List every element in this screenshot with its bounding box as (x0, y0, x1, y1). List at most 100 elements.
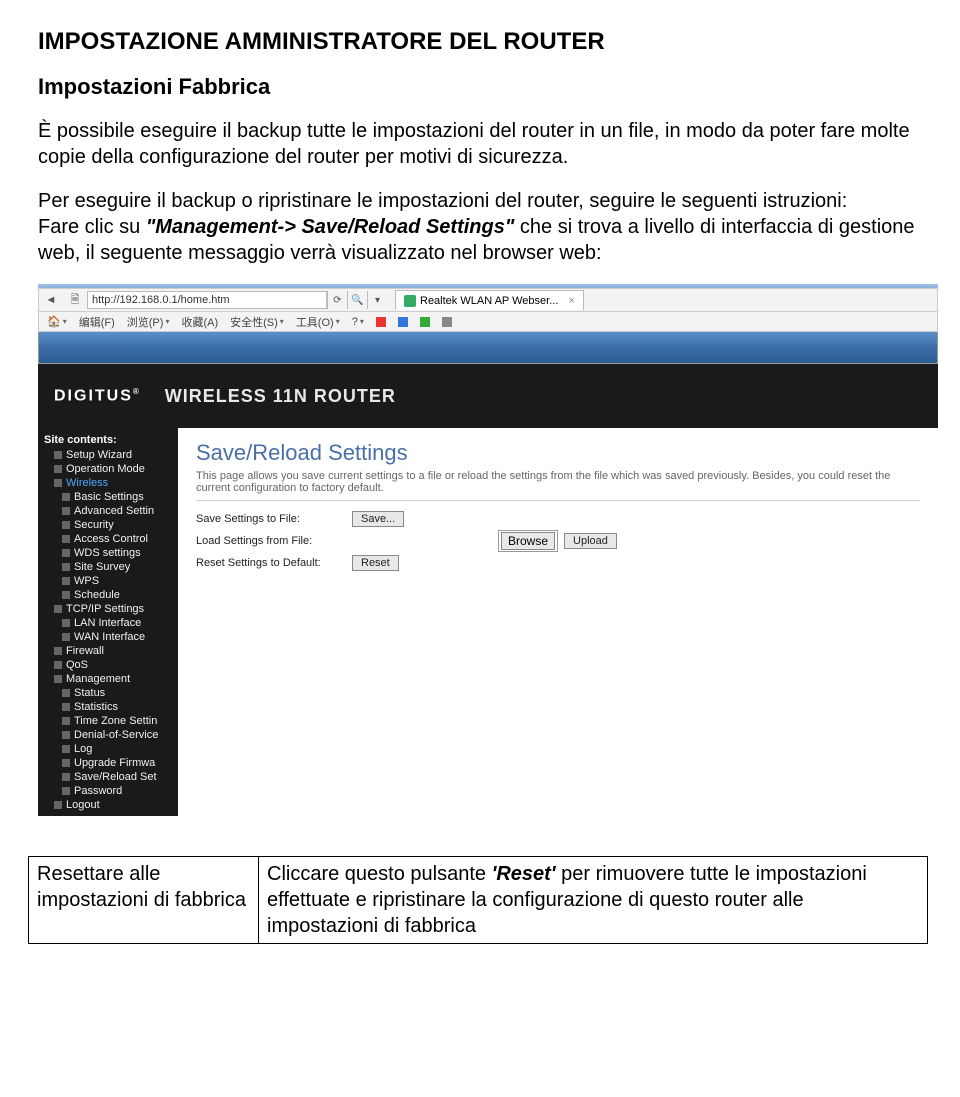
toolbar-icon[interactable] (420, 317, 430, 327)
sidebar-item[interactable]: Management (40, 672, 176, 686)
folder-icon (62, 563, 70, 571)
sidebar-item[interactable]: WAN Interface (40, 630, 176, 644)
folder-icon (62, 591, 70, 599)
instruction-label: Resettare alle impostazioni di fabbrica (29, 857, 259, 944)
folder-icon (62, 633, 70, 641)
instruction-table: Resettare alle impostazioni di fabbrica … (28, 856, 928, 944)
folder-icon (54, 605, 62, 613)
folder-icon (62, 577, 70, 585)
folder-icon (54, 451, 62, 459)
folder-icon (54, 675, 62, 683)
router-admin-screenshot: ◄ 🗎 http://192.168.0.1/home.htm ⟳ 🔍 ▾ Re… (38, 284, 938, 816)
menu-item[interactable]: 工具(O) ▾ (296, 314, 340, 330)
sidebar-item-label: Basic Settings (74, 491, 144, 503)
instruction-text: Cliccare questo pulsante 'Reset' per rim… (259, 857, 928, 944)
sidebar-item[interactable]: Access Control (40, 532, 176, 546)
sidebar-item[interactable]: Setup Wizard (40, 448, 176, 462)
file-path-field[interactable] (352, 532, 492, 550)
sidebar-item[interactable]: Schedule (40, 588, 176, 602)
sidebar-item-label: Firewall (66, 645, 104, 657)
folder-icon (54, 647, 62, 655)
sidebar-item[interactable]: Time Zone Settin (40, 714, 176, 728)
sidebar-item-label: QoS (66, 659, 88, 671)
sidebar-item[interactable]: WDS settings (40, 546, 176, 560)
folder-icon (54, 661, 62, 669)
save-to-file-label: Save Settings to File: (196, 513, 346, 525)
browser-address-bar: ◄ 🗎 http://192.168.0.1/home.htm ⟳ 🔍 ▾ Re… (38, 288, 938, 312)
sidebar-item[interactable]: Logout (40, 798, 176, 812)
page-heading: IMPOSTAZIONE AMMINISTRATORE DEL ROUTER (38, 28, 922, 56)
search-icon[interactable]: 🔍 (347, 291, 367, 309)
folder-icon (54, 465, 62, 473)
sidebar-item-label: Log (74, 743, 92, 755)
sidebar-item[interactable]: Password (40, 784, 176, 798)
sidebar-item[interactable]: Wireless (40, 476, 176, 490)
sidebar-item-label: Statistics (74, 701, 118, 713)
folder-icon (62, 731, 70, 739)
upload-button[interactable]: Upload (564, 533, 617, 549)
menu-item[interactable]: 编辑(F) (79, 314, 115, 330)
sidebar-item[interactable]: Basic Settings (40, 490, 176, 504)
paragraph-2: Per eseguire il backup o ripristinare le… (38, 188, 922, 266)
menu-home-icon[interactable]: 🏠 ▾ (47, 315, 67, 328)
toolbar-icon[interactable] (442, 317, 452, 327)
sidebar-item[interactable]: Security (40, 518, 176, 532)
menu-item[interactable]: 安全性(S) ▾ (230, 314, 284, 330)
folder-icon (62, 773, 70, 781)
sidebar-item-label: TCP/IP Settings (66, 603, 144, 615)
sidebar-heading: Site contents: (40, 432, 176, 448)
sidebar-item[interactable]: Denial-of-Service (40, 728, 176, 742)
close-tab-icon[interactable]: × (568, 295, 574, 307)
sidebar-item-label: LAN Interface (74, 617, 141, 629)
section-heading: Impostazioni Fabbrica (38, 74, 922, 100)
url-field[interactable]: http://192.168.0.1/home.htm (87, 291, 327, 309)
sidebar-item[interactable]: Upgrade Firmwa (40, 756, 176, 770)
toolbar-icon[interactable] (398, 317, 408, 327)
browser-tab[interactable]: Realtek WLAN AP Webser... × (395, 290, 584, 310)
sidebar-item[interactable]: TCP/IP Settings (40, 602, 176, 616)
reset-default-label: Reset Settings to Default: (196, 557, 346, 569)
browse-button[interactable]: Browse (501, 532, 555, 550)
load-from-file-label: Load Settings from File: (196, 535, 346, 547)
page-icon: 🗎 (67, 292, 83, 308)
reset-button[interactable]: Reset (352, 555, 399, 571)
folder-icon (62, 689, 70, 697)
folder-icon (62, 745, 70, 753)
sidebar-item[interactable]: Log (40, 742, 176, 756)
folder-icon (62, 493, 70, 501)
menu-item[interactable]: 收藏(A) (181, 314, 218, 330)
sidebar-item-label: WDS settings (74, 547, 141, 559)
menu-item[interactable]: ? ▾ (352, 316, 364, 328)
window-titlebar (38, 332, 938, 364)
folder-icon (54, 479, 62, 487)
sidebar-item[interactable]: Status (40, 686, 176, 700)
sidebar-item[interactable]: QoS (40, 658, 176, 672)
sidebar-item[interactable]: WPS (40, 574, 176, 588)
dropdown-icon[interactable]: ▾ (367, 291, 387, 309)
sidebar-item-label: Security (74, 519, 114, 531)
sidebar-item[interactable]: LAN Interface (40, 616, 176, 630)
refresh-icon[interactable]: ⟳ (327, 291, 347, 309)
toolbar-icon[interactable] (376, 317, 386, 327)
content-description: This page allows you save current settin… (196, 470, 920, 501)
sidebar-item-label: Password (74, 785, 122, 797)
paragraph-1: È possibile eseguire il backup tutte le … (38, 118, 922, 170)
back-icon[interactable]: ◄ (43, 292, 59, 308)
folder-icon (62, 535, 70, 543)
content-title: Save/Reload Settings (196, 440, 920, 466)
sidebar-item[interactable]: Advanced Settin (40, 504, 176, 518)
brand-logo: DIGITUS® (54, 387, 141, 405)
menu-item[interactable]: 浏览(P) ▾ (127, 314, 170, 330)
sidebar-item[interactable]: Statistics (40, 700, 176, 714)
save-button[interactable]: Save... (352, 511, 404, 527)
sidebar-item[interactable]: Firewall (40, 644, 176, 658)
sidebar-item-label: Setup Wizard (66, 449, 132, 461)
sidebar-item-label: Schedule (74, 589, 120, 601)
sidebar-item[interactable]: Site Survey (40, 560, 176, 574)
folder-icon (62, 507, 70, 515)
sidebar-item-label: Time Zone Settin (74, 715, 157, 727)
banner-title: WIRELESS 11N ROUTER (165, 386, 396, 407)
folder-icon (62, 549, 70, 557)
sidebar-item[interactable]: Save/Reload Set (40, 770, 176, 784)
sidebar-item[interactable]: Operation Mode (40, 462, 176, 476)
